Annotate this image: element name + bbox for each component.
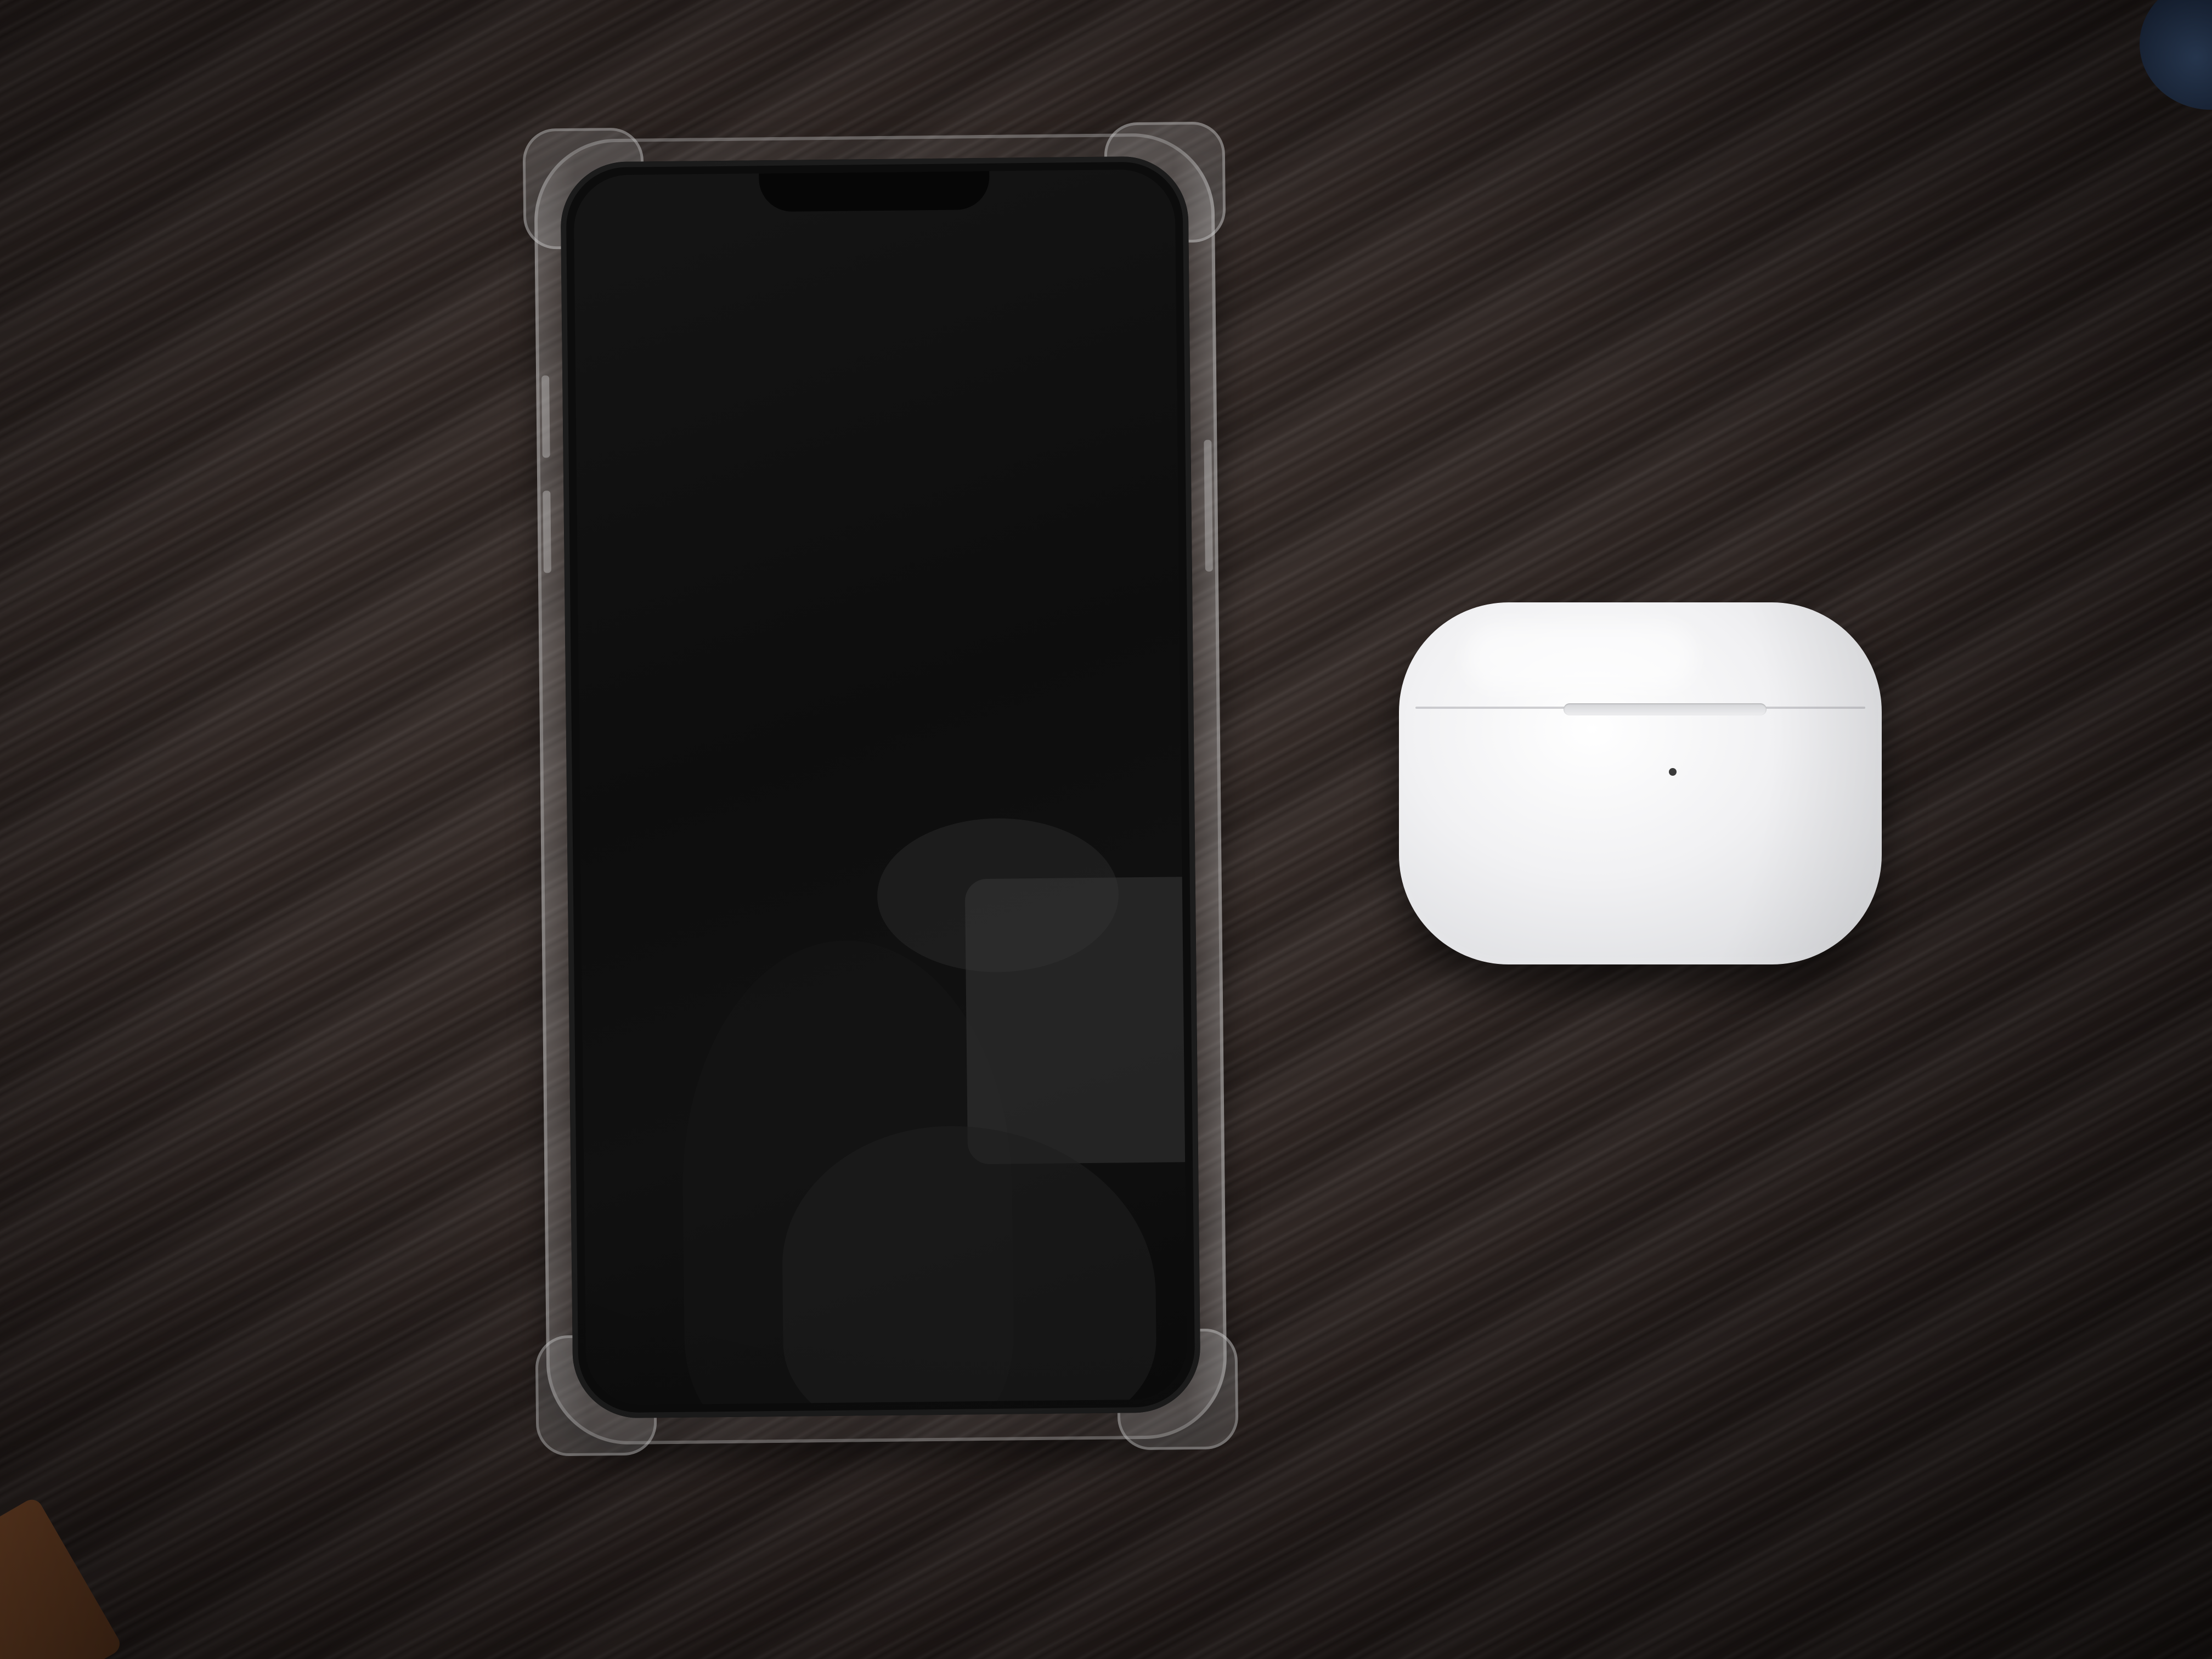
photo-scene [0, 0, 2212, 1659]
volume-button [541, 375, 550, 458]
earbuds-charging-case [1399, 602, 1882, 964]
case-lid-groove [1564, 703, 1767, 715]
status-led [1669, 768, 1677, 776]
fabric-corner [2140, 0, 2212, 110]
case-highlight [1465, 624, 1695, 690]
reflection-phone [964, 876, 1188, 1165]
phone-notch [759, 171, 990, 212]
phone-screen [573, 169, 1188, 1406]
volume-button [543, 490, 551, 573]
screen-reflection [646, 817, 1188, 1406]
floor-corner [0, 1496, 124, 1659]
power-button [1204, 439, 1213, 572]
smartphone [560, 156, 1201, 1419]
reflection-hand [781, 1124, 1158, 1406]
smartphone-clear-case [522, 121, 1239, 1457]
